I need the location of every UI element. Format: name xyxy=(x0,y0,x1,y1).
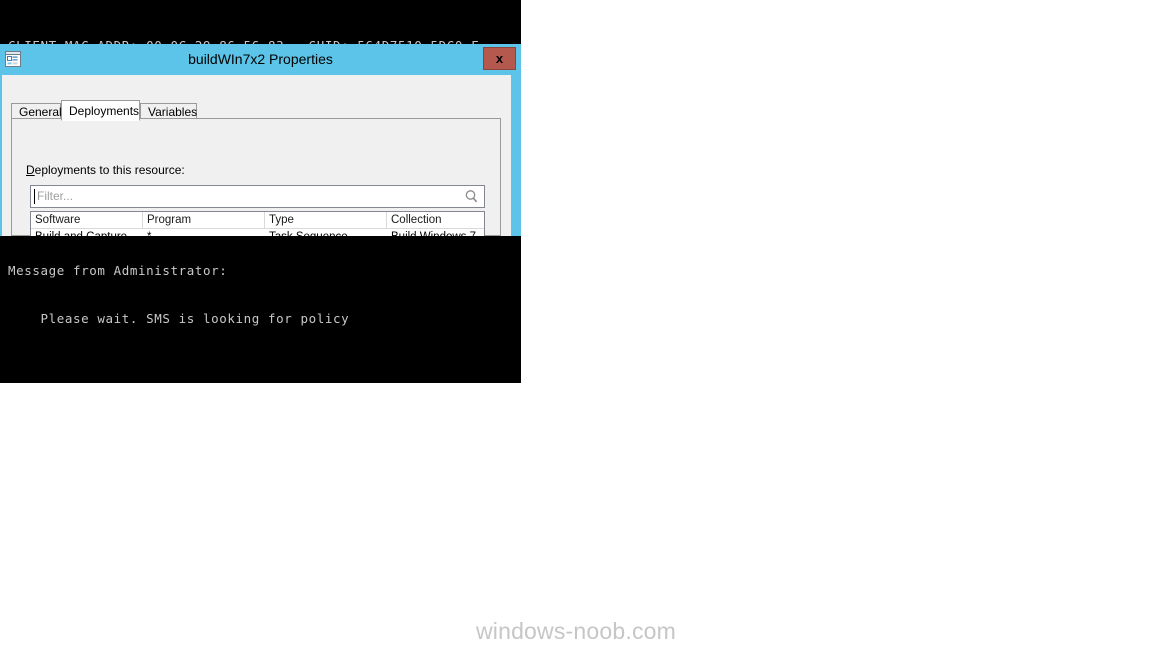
filter-input[interactable]: Filter... xyxy=(30,185,485,208)
properties-dialog: buildWIn7x2 Properties x General Deploym… xyxy=(0,44,521,236)
listview-header: Software Program Type Collection xyxy=(31,212,484,229)
search-icon[interactable] xyxy=(464,189,479,204)
table-row[interactable]: Build and Capture ... * Task Sequence Bu… xyxy=(31,229,484,236)
cell-collection: Build Windows 7 xyxy=(387,229,484,236)
console-line: Message from Administrator: xyxy=(8,263,228,278)
deployments-label: Deployments to this resource: xyxy=(26,163,185,177)
deployments-listview[interactable]: Software Program Type Collection Build a… xyxy=(30,211,485,236)
tab-deployments[interactable]: Deployments xyxy=(61,100,140,121)
deployments-label-rest: eployments to this resource: xyxy=(34,163,185,177)
cell-software: Build and Capture ... xyxy=(31,229,143,236)
column-header-program[interactable]: Program xyxy=(143,212,265,228)
tabstrip: General Deployments Variables xyxy=(11,100,501,121)
column-header-software[interactable]: Software xyxy=(31,212,143,228)
deployments-label-accel: D xyxy=(26,163,35,177)
dialog-title: buildWIn7x2 Properties xyxy=(188,51,333,67)
dialog-right-border xyxy=(511,75,521,236)
watermark: windows-noob.com xyxy=(475,618,677,644)
cell-type: Task Sequence xyxy=(265,229,387,236)
column-header-type[interactable]: Type xyxy=(265,212,387,228)
close-button[interactable]: x xyxy=(483,47,516,70)
filter-placeholder: Filter... xyxy=(37,189,74,203)
console-line: Please wait. SMS is looking for policy xyxy=(8,311,350,326)
column-header-collection[interactable]: Collection xyxy=(387,212,484,228)
text-caret xyxy=(34,189,35,204)
cell-program: * xyxy=(143,229,265,236)
dialog-titlebar[interactable]: buildWIn7x2 Properties x xyxy=(0,44,521,75)
screen-root: CLIENT MAC ADDR: 00 0C 29 86 56 83 GUID:… xyxy=(0,0,1152,648)
pxe-console-bottom-block: Message from Administrator: Please wait.… xyxy=(0,231,521,383)
